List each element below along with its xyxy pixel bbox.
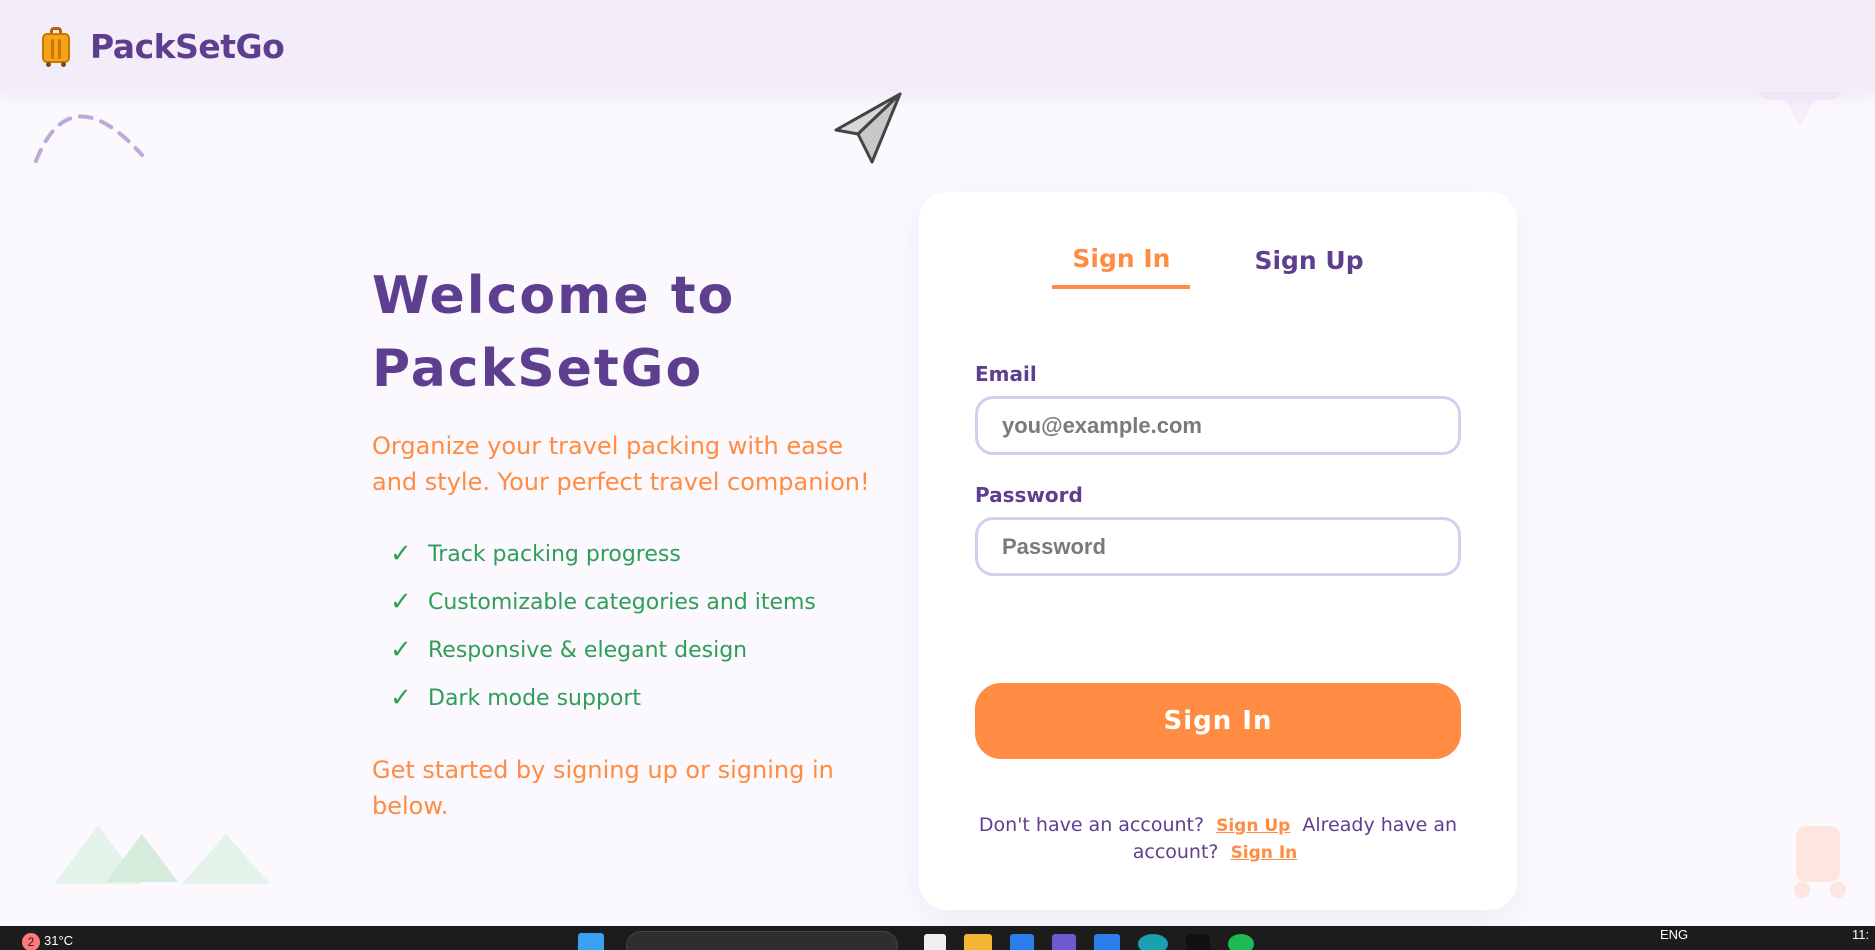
no-account-text: Don't have an account? xyxy=(978,814,1205,836)
sign-in-link[interactable]: Sign In xyxy=(1231,843,1298,863)
brand-name[interactable]: PackSetGo xyxy=(90,27,285,66)
edge-icon[interactable] xyxy=(1010,934,1034,950)
browser-icon[interactable] xyxy=(1138,934,1168,950)
feature-label: Responsive & elegant design xyxy=(428,637,748,663)
feature-label: Track packing progress xyxy=(428,541,681,567)
tab-sign-in[interactable]: Sign In xyxy=(1052,244,1191,289)
sign-in-button[interactable]: Sign In xyxy=(975,683,1461,759)
email-field[interactable] xyxy=(975,396,1461,455)
windows-start-icon[interactable] xyxy=(578,933,604,950)
auth-tabs: Sign In Sign Up xyxy=(919,244,1517,289)
terminal-icon[interactable] xyxy=(1186,934,1210,950)
check-icon: ✓ xyxy=(390,683,412,713)
dashed-arc-decoration xyxy=(34,114,144,163)
feature-label: Customizable categories and items xyxy=(428,589,816,615)
clock[interactable]: 11: xyxy=(1852,927,1869,942)
suitcase-decoration-icon xyxy=(1794,826,1846,898)
suitcase-icon xyxy=(42,27,70,67)
feature-item: ✓ Responsive & elegant design xyxy=(372,626,872,674)
password-label: Password xyxy=(975,483,1083,507)
taskbar-search[interactable] xyxy=(626,931,898,950)
notification-badge: 2 xyxy=(22,933,40,950)
sign-up-link[interactable]: Sign Up xyxy=(1216,816,1290,836)
weather-widget[interactable]: 2 31°C xyxy=(22,926,73,950)
tab-sign-up[interactable]: Sign Up xyxy=(1234,244,1383,289)
pinned-apps xyxy=(924,934,1254,950)
auth-switch-text: Don't have an account? Sign Up Already h… xyxy=(975,812,1461,866)
app-icon[interactable] xyxy=(924,934,946,950)
taskbar-apps xyxy=(578,933,604,950)
mountains-decoration xyxy=(54,826,270,884)
hero-section: Welcome to PackSetGo Organize your trave… xyxy=(372,260,872,824)
feature-item: ✓ Dark mode support xyxy=(372,674,872,722)
email-label: Email xyxy=(975,362,1037,386)
check-icon: ✓ xyxy=(390,587,412,617)
paper-plane-icon xyxy=(834,92,902,164)
feature-item: ✓ Track packing progress xyxy=(372,530,872,578)
auth-card: Sign In Sign Up Email Password Sign In D… xyxy=(919,192,1517,910)
store-icon[interactable] xyxy=(1094,934,1120,950)
language-indicator[interactable]: ENG xyxy=(1660,927,1688,942)
spotify-icon[interactable] xyxy=(1228,934,1254,950)
feature-label: Dark mode support xyxy=(428,685,642,711)
check-icon: ✓ xyxy=(390,635,412,665)
hero-subtitle: Organize your travel packing with ease a… xyxy=(372,432,870,496)
teams-icon[interactable] xyxy=(1052,934,1076,950)
app-header: PackSetGo xyxy=(0,0,1875,92)
feature-list: ✓ Track packing progress ✓ Customizable … xyxy=(372,530,872,722)
check-icon: ✓ xyxy=(390,539,412,569)
folder-icon[interactable] xyxy=(964,934,992,950)
password-field[interactable] xyxy=(975,517,1461,576)
hero-title: Welcome to PackSetGo xyxy=(372,260,872,406)
hero-cta-text: Get started by signing up or signing in … xyxy=(372,756,834,820)
hero-title-line1: Welcome to xyxy=(372,266,736,326)
hero-title-line2: PackSetGo xyxy=(372,339,704,399)
feature-item: ✓ Customizable categories and items xyxy=(372,578,872,626)
temperature-label: 31°C xyxy=(44,932,74,948)
os-taskbar: 2 31°C ENG 11: xyxy=(0,926,1875,950)
